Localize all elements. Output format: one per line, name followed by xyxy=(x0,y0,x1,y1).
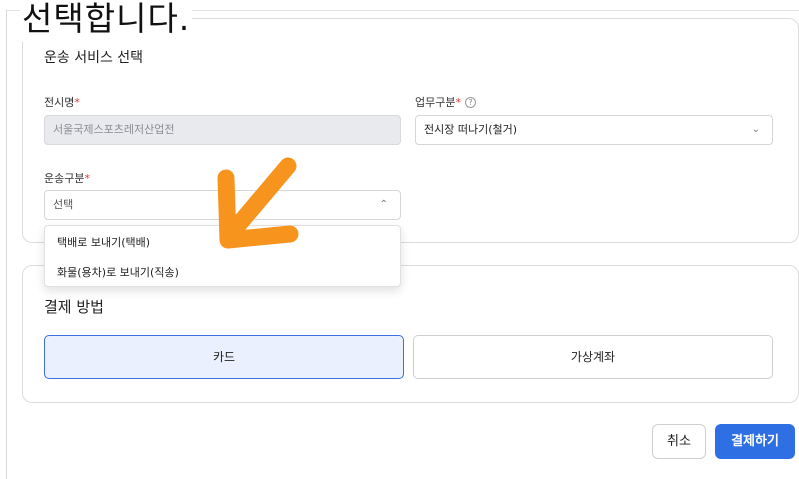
tutorial-caption: 선택합니다. xyxy=(20,0,193,42)
work-type-label: 업무구분*? xyxy=(415,94,476,110)
work-type-select[interactable]: 전시장 떠나기(철거) ⌄ xyxy=(415,115,773,145)
cancel-button[interactable]: 취소 xyxy=(652,424,706,459)
help-icon[interactable]: ? xyxy=(464,97,476,108)
dropdown-option-direct-freight[interactable]: 화물(용차)로 보내기(직송) xyxy=(57,264,179,280)
dropdown-option-parcel[interactable]: 택배로 보내기(택배) xyxy=(57,234,150,250)
shipping-section-title: 운송 서비스 선택 xyxy=(44,50,144,66)
exhibition-label: 전시명* xyxy=(44,96,80,109)
annotation-arrow-icon xyxy=(217,157,299,249)
chevron-down-icon: ⌄ xyxy=(751,124,760,135)
card-payment-button[interactable]: 카드 xyxy=(44,335,404,379)
exhibition-field: 서울국제스포츠레저산업전 xyxy=(44,115,401,145)
payment-section-title: 결제 방법 xyxy=(44,298,104,316)
pay-button[interactable]: 결제하기 xyxy=(715,424,795,459)
chevron-up-icon: ⌃ xyxy=(379,199,388,210)
work-type-value: 전시장 떠나기(철거) xyxy=(424,123,518,136)
left-divider xyxy=(6,10,7,479)
transport-type-placeholder: 선택 xyxy=(53,198,74,211)
virtual-account-button[interactable]: 가상계좌 xyxy=(413,335,773,379)
transport-type-label: 운송구분* xyxy=(44,172,90,185)
